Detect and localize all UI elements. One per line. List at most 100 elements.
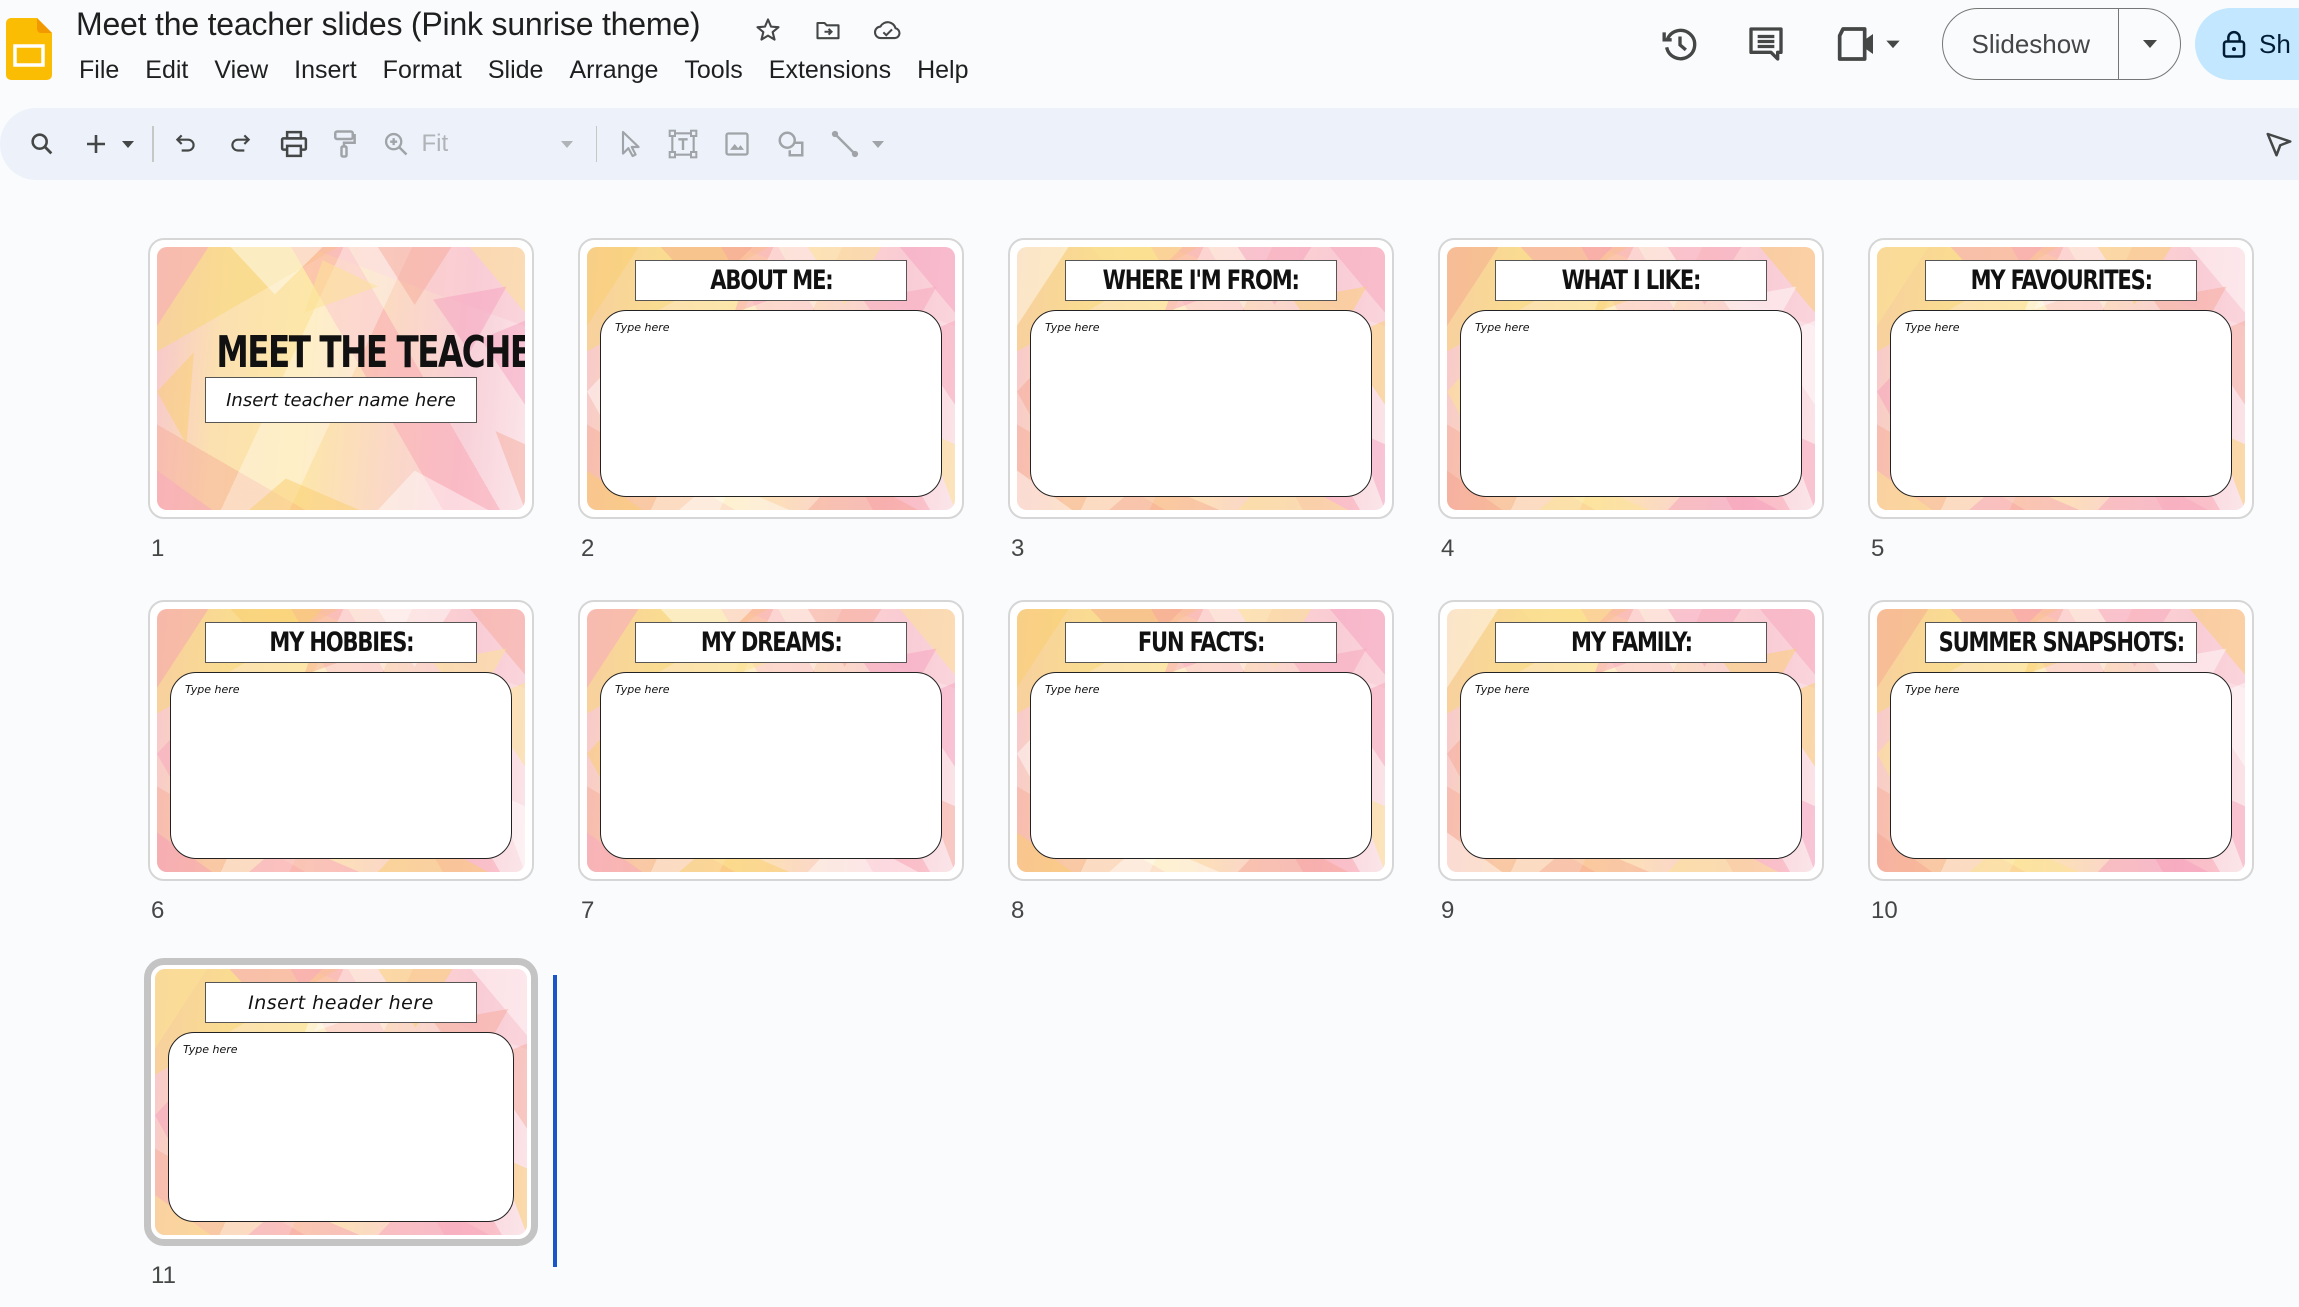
- zoom-value: Fit: [421, 130, 449, 157]
- zoom-select[interactable]: Fit: [416, 130, 584, 158]
- slide-card[interactable]: WHERE I'M FROM: Type here: [1008, 238, 1394, 519]
- slide-card[interactable]: FUN FACTS: Type here: [1008, 600, 1394, 881]
- redo-icon[interactable]: [220, 120, 260, 168]
- slide-body-placeholder: Type here: [185, 683, 240, 696]
- menu-insert[interactable]: Insert: [281, 54, 370, 87]
- cloud-saved-icon[interactable]: [872, 14, 904, 46]
- toolbar: Fit: [0, 108, 2299, 180]
- slide-body-placeholder: Type here: [1905, 321, 1960, 334]
- chevron-down-icon: [2142, 40, 2157, 48]
- search-menus-icon[interactable]: [22, 120, 62, 168]
- new-slide-button[interactable]: [76, 120, 116, 168]
- menu-arrange[interactable]: Arrange: [556, 54, 671, 87]
- line-icon[interactable]: [825, 120, 865, 168]
- chevron-down-icon: [122, 140, 134, 148]
- document-title[interactable]: Meet the teacher slides (Pink sunrise th…: [76, 6, 701, 43]
- version-history-icon[interactable]: [1656, 20, 1704, 68]
- chevron-down-icon: [872, 140, 884, 148]
- move-to-folder-icon[interactable]: [812, 14, 844, 46]
- slide-body-placeholder: Type here: [1475, 321, 1530, 334]
- slide-body-box: Type here: [168, 1032, 514, 1222]
- slide-thumbnail-11[interactable]: Insert header here Type here 11: [144, 958, 538, 1290]
- slide-thumbnail-7[interactable]: MY DREAMS: Type here 7: [578, 600, 964, 925]
- slide-card[interactable]: Insert header here Type here: [144, 958, 538, 1246]
- slide-card[interactable]: MY FAMILY: Type here: [1438, 600, 1824, 881]
- shape-icon[interactable]: [771, 120, 811, 168]
- menu-extensions[interactable]: Extensions: [756, 54, 904, 87]
- slide-body-box: Type here: [170, 672, 512, 859]
- print-icon[interactable]: [274, 120, 314, 168]
- slide-number: 7: [581, 897, 595, 924]
- background-facet: [230, 247, 323, 295]
- slide-thumbnail-4[interactable]: WHAT I LIKE: Type here 4: [1438, 238, 1824, 563]
- slide-background: MY FAVOURITES: Type here: [1877, 247, 2245, 510]
- menu-format[interactable]: Format: [370, 54, 475, 87]
- slide-thumbnail-10[interactable]: SUMMER SNAPSHOTS: Type here 10: [1868, 600, 2254, 925]
- slide-body-placeholder: Type here: [615, 321, 670, 334]
- slide-background: MY DREAMS: Type here: [587, 609, 955, 872]
- slide-title-heading: MEET THE TEACHER: [216, 327, 525, 378]
- slide-thumbnail-8[interactable]: FUN FACTS: Type here 8: [1008, 600, 1394, 925]
- slide-thumbnail-9[interactable]: MY FAMILY: Type here 9: [1438, 600, 1824, 925]
- menu-edit[interactable]: Edit: [132, 54, 201, 87]
- slideshow-dropdown-button[interactable]: [2118, 9, 2180, 79]
- slide-header-box: MY HOBBIES:: [205, 622, 477, 663]
- background-facet: [249, 478, 360, 510]
- slide-card[interactable]: ABOUT ME: Type here: [578, 238, 964, 519]
- star-icon[interactable]: [752, 14, 784, 46]
- zoom-icon[interactable]: [376, 120, 416, 168]
- slide-thumbnail-2[interactable]: ABOUT ME: Type here 2: [578, 238, 964, 563]
- menu-tools[interactable]: Tools: [671, 54, 755, 87]
- slide-header-box: WHERE I'M FROM:: [1065, 260, 1337, 301]
- line-dropdown[interactable]: [865, 120, 891, 168]
- undo-icon[interactable]: [166, 120, 206, 168]
- slide-card[interactable]: MEET THE TEACHER Insert teacher name her…: [148, 238, 534, 519]
- slide-number: 1: [151, 535, 165, 562]
- slide-card[interactable]: WHAT I LIKE: Type here: [1438, 238, 1824, 519]
- menu-view[interactable]: View: [201, 54, 281, 87]
- slide-number: 6: [151, 897, 165, 924]
- menu-slide[interactable]: Slide: [475, 54, 557, 87]
- slide-background: SUMMER SNAPSHOTS: Type here: [1877, 609, 2245, 872]
- new-slide-dropdown[interactable]: [116, 120, 140, 168]
- slideshow-button[interactable]: Slideshow: [1943, 9, 2118, 79]
- google-slides-logo[interactable]: [6, 18, 52, 80]
- slide-background: MY FAMILY: Type here: [1447, 609, 1815, 872]
- slide-number: 5: [1871, 535, 1885, 562]
- slide-header-box: WHAT I LIKE:: [1495, 260, 1767, 301]
- menu-help[interactable]: Help: [904, 54, 981, 87]
- slide-body-placeholder: Type here: [1045, 683, 1100, 696]
- slide-card[interactable]: SUMMER SNAPSHOTS: Type here: [1868, 600, 2254, 881]
- slide-header-box: Insert header here: [205, 982, 477, 1023]
- select-cursor-icon[interactable]: [609, 120, 649, 168]
- slide-body-placeholder: Type here: [1045, 321, 1100, 334]
- slide-thumbnail-6[interactable]: MY HOBBIES: Type here 6: [148, 600, 534, 925]
- slide-background: FUN FACTS: Type here: [1017, 609, 1385, 872]
- text-box-icon[interactable]: [663, 120, 703, 168]
- background-facet: [157, 247, 209, 326]
- slide-card[interactable]: MY HOBBIES: Type here: [148, 600, 534, 881]
- slide-body-box: Type here: [1030, 310, 1372, 497]
- slide-background: WHAT I LIKE: Type here: [1447, 247, 1815, 510]
- mode-select-cursor-icon[interactable]: [2259, 120, 2299, 168]
- menu-file[interactable]: File: [66, 54, 132, 87]
- share-label: Sh: [2259, 28, 2291, 59]
- slide-header-box: SUMMER SNAPSHOTS:: [1925, 622, 2197, 663]
- toolbar-divider: [152, 126, 154, 162]
- slide-thumbnail-5[interactable]: MY FAVOURITES: Type here 5: [1868, 238, 2254, 563]
- slide-card[interactable]: MY FAVOURITES: Type here: [1868, 238, 2254, 519]
- slide-header-box: ABOUT ME:: [635, 260, 907, 301]
- slide-thumbnail-3[interactable]: WHERE I'M FROM: Type here 3: [1008, 238, 1394, 563]
- slide-header-box: MY FAVOURITES:: [1925, 260, 2197, 301]
- background-facet: [495, 431, 525, 510]
- slide-card[interactable]: MY DREAMS: Type here: [578, 600, 964, 881]
- slide-background: WHERE I'M FROM: Type here: [1017, 247, 1385, 510]
- paint-format-icon[interactable]: [324, 120, 364, 168]
- meet-video-icon[interactable]: [1828, 20, 1908, 68]
- share-button[interactable]: Sh: [2195, 8, 2299, 80]
- image-icon[interactable]: [717, 120, 757, 168]
- comments-icon[interactable]: [1742, 20, 1790, 68]
- slide-thumbnail-1[interactable]: MEET THE TEACHER Insert teacher name her…: [148, 238, 534, 563]
- slide-body-placeholder: Type here: [615, 683, 670, 696]
- background-facet: [304, 260, 378, 313]
